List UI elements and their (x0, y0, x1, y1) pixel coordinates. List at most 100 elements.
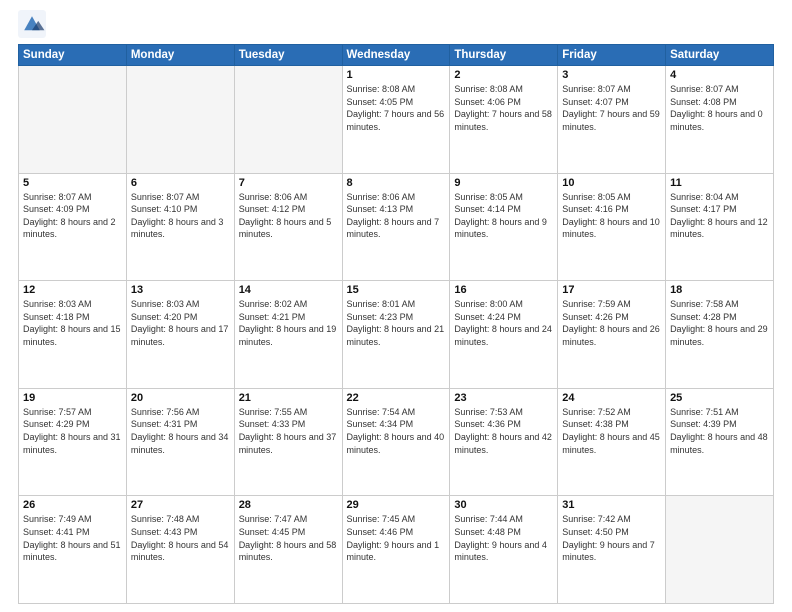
day-number: 21 (239, 392, 338, 404)
day-cell: 6Sunrise: 8:07 AMSunset: 4:10 PMDaylight… (126, 173, 234, 281)
day-number: 7 (239, 177, 338, 189)
weekday-friday: Friday (558, 45, 666, 66)
day-info: Sunrise: 8:07 AMSunset: 4:07 PMDaylight:… (562, 83, 661, 133)
day-info: Sunrise: 7:52 AMSunset: 4:38 PMDaylight:… (562, 406, 661, 456)
day-cell: 2 Sunrise: 8:08 AMSunset: 4:06 PMDaylight… (450, 66, 558, 174)
day-info: Sunrise: 8:02 AMSunset: 4:21 PMDaylight:… (239, 298, 338, 348)
day-info: Sunrise: 7:48 AMSunset: 4:43 PMDaylight:… (131, 513, 230, 563)
weekday-header-row: SundayMondayTuesdayWednesdayThursdayFrid… (19, 45, 774, 66)
day-number: 10 (562, 177, 661, 189)
day-info: Sunrise: 7:59 AMSunset: 4:26 PMDaylight:… (562, 298, 661, 348)
day-number: 2 (454, 69, 553, 81)
day-cell: 17 Sunrise: 7:59 AMSunset: 4:26 PMDayligh… (558, 281, 666, 389)
day-cell: 7 Sunrise: 8:06 AMSunset: 4:12 PMDaylight… (234, 173, 342, 281)
day-cell (234, 66, 342, 174)
day-number: 13 (131, 284, 230, 296)
weekday-saturday: Saturday (666, 45, 774, 66)
day-info: Sunrise: 8:07 AMSunset: 4:09 PMDaylight:… (23, 191, 122, 241)
day-cell: 28 Sunrise: 7:47 AMSunset: 4:45 PMDayligh… (234, 496, 342, 604)
day-cell: 26Sunrise: 7:49 AMSunset: 4:41 PMDayligh… (19, 496, 127, 604)
day-number: 22 (347, 392, 446, 404)
day-cell: 4 Sunrise: 8:07 AMSunset: 4:08 PMDaylight… (666, 66, 774, 174)
day-cell: 19 Sunrise: 7:57 AMSunset: 4:29 PMDayligh… (19, 388, 127, 496)
day-number: 16 (454, 284, 553, 296)
day-number: 9 (454, 177, 553, 189)
week-row-2: 12Sunrise: 8:03 AMSunset: 4:18 PMDayligh… (19, 281, 774, 389)
day-cell: 18 Sunrise: 7:58 AMSunset: 4:28 PMDayligh… (666, 281, 774, 389)
day-number: 27 (131, 499, 230, 511)
day-cell (666, 496, 774, 604)
day-cell: 24Sunrise: 7:52 AMSunset: 4:38 PMDayligh… (558, 388, 666, 496)
day-info: Sunrise: 7:49 AMSunset: 4:41 PMDaylight:… (23, 513, 122, 563)
day-number: 14 (239, 284, 338, 296)
day-info: Sunrise: 8:06 AMSunset: 4:12 PMDaylight:… (239, 191, 338, 241)
day-info: Sunrise: 8:03 AMSunset: 4:20 PMDaylight:… (131, 298, 230, 348)
logo-icon (18, 10, 46, 38)
day-cell: 5 Sunrise: 8:07 AMSunset: 4:09 PMDaylight… (19, 173, 127, 281)
logo (18, 10, 50, 38)
day-cell: 14 Sunrise: 8:02 AMSunset: 4:21 PMDayligh… (234, 281, 342, 389)
day-cell: 13 Sunrise: 8:03 AMSunset: 4:20 PMDayligh… (126, 281, 234, 389)
calendar-header: SundayMondayTuesdayWednesdayThursdayFrid… (19, 45, 774, 66)
header (18, 10, 774, 38)
week-row-0: 1Sunrise: 8:08 AMSunset: 4:05 PMDaylight… (19, 66, 774, 174)
day-number: 25 (670, 392, 769, 404)
week-row-4: 26Sunrise: 7:49 AMSunset: 4:41 PMDayligh… (19, 496, 774, 604)
day-number: 19 (23, 392, 122, 404)
day-number: 18 (670, 284, 769, 296)
day-info: Sunrise: 7:44 AMSunset: 4:48 PMDaylight:… (454, 513, 553, 563)
week-row-3: 19 Sunrise: 7:57 AMSunset: 4:29 PMDayligh… (19, 388, 774, 496)
day-cell: 3Sunrise: 8:07 AMSunset: 4:07 PMDaylight… (558, 66, 666, 174)
day-cell: 21 Sunrise: 7:55 AMSunset: 4:33 PMDayligh… (234, 388, 342, 496)
day-info: Sunrise: 7:55 AMSunset: 4:33 PMDaylight:… (239, 406, 338, 456)
day-number: 23 (454, 392, 553, 404)
day-cell: 9Sunrise: 8:05 AMSunset: 4:14 PMDaylight… (450, 173, 558, 281)
day-number: 20 (131, 392, 230, 404)
day-info: Sunrise: 8:06 AMSunset: 4:13 PMDaylight:… (347, 191, 446, 241)
day-cell: 12Sunrise: 8:03 AMSunset: 4:18 PMDayligh… (19, 281, 127, 389)
day-info: Sunrise: 8:03 AMSunset: 4:18 PMDaylight:… (23, 298, 122, 348)
week-row-1: 5 Sunrise: 8:07 AMSunset: 4:09 PMDaylight… (19, 173, 774, 281)
day-cell (19, 66, 127, 174)
day-info: Sunrise: 8:08 AMSunset: 4:05 PMDaylight:… (347, 83, 446, 133)
day-cell: 10 Sunrise: 8:05 AMSunset: 4:16 PMDayligh… (558, 173, 666, 281)
day-cell: 23 Sunrise: 7:53 AMSunset: 4:36 PMDayligh… (450, 388, 558, 496)
day-cell: 16Sunrise: 8:00 AMSunset: 4:24 PMDayligh… (450, 281, 558, 389)
day-info: Sunrise: 8:05 AMSunset: 4:16 PMDaylight:… (562, 191, 661, 241)
day-info: Sunrise: 7:58 AMSunset: 4:28 PMDaylight:… (670, 298, 769, 348)
day-info: Sunrise: 8:07 AMSunset: 4:10 PMDaylight:… (131, 191, 230, 241)
weekday-monday: Monday (126, 45, 234, 66)
day-info: Sunrise: 7:51 AMSunset: 4:39 PMDaylight:… (670, 406, 769, 456)
day-info: Sunrise: 7:56 AMSunset: 4:31 PMDaylight:… (131, 406, 230, 456)
day-info: Sunrise: 8:04 AMSunset: 4:17 PMDaylight:… (670, 191, 769, 241)
day-number: 28 (239, 499, 338, 511)
day-number: 4 (670, 69, 769, 81)
day-info: Sunrise: 7:45 AMSunset: 4:46 PMDaylight:… (347, 513, 446, 563)
day-cell: 20 Sunrise: 7:56 AMSunset: 4:31 PMDayligh… (126, 388, 234, 496)
day-cell: 31Sunrise: 7:42 AMSunset: 4:50 PMDayligh… (558, 496, 666, 604)
weekday-sunday: Sunday (19, 45, 127, 66)
day-number: 17 (562, 284, 661, 296)
day-number: 30 (454, 499, 553, 511)
day-number: 15 (347, 284, 446, 296)
day-cell: 8 Sunrise: 8:06 AMSunset: 4:13 PMDaylight… (342, 173, 450, 281)
day-cell: 1Sunrise: 8:08 AMSunset: 4:05 PMDaylight… (342, 66, 450, 174)
day-info: Sunrise: 7:47 AMSunset: 4:45 PMDaylight:… (239, 513, 338, 563)
day-number: 8 (347, 177, 446, 189)
day-info: Sunrise: 7:42 AMSunset: 4:50 PMDaylight:… (562, 513, 661, 563)
day-info: Sunrise: 8:01 AMSunset: 4:23 PMDaylight:… (347, 298, 446, 348)
day-cell (126, 66, 234, 174)
day-info: Sunrise: 7:57 AMSunset: 4:29 PMDaylight:… (23, 406, 122, 456)
day-info: Sunrise: 7:54 AMSunset: 4:34 PMDaylight:… (347, 406, 446, 456)
day-number: 5 (23, 177, 122, 189)
weekday-tuesday: Tuesday (234, 45, 342, 66)
day-cell: 27 Sunrise: 7:48 AMSunset: 4:43 PMDayligh… (126, 496, 234, 604)
day-cell: 29 Sunrise: 7:45 AMSunset: 4:46 PMDayligh… (342, 496, 450, 604)
day-number: 29 (347, 499, 446, 511)
page: SundayMondayTuesdayWednesdayThursdayFrid… (0, 0, 792, 612)
day-cell: 11Sunrise: 8:04 AMSunset: 4:17 PMDayligh… (666, 173, 774, 281)
day-info: Sunrise: 8:08 AMSunset: 4:06 PMDaylight:… (454, 83, 553, 133)
weekday-thursday: Thursday (450, 45, 558, 66)
day-info: Sunrise: 8:07 AMSunset: 4:08 PMDaylight:… (670, 83, 769, 133)
day-info: Sunrise: 7:53 AMSunset: 4:36 PMDaylight:… (454, 406, 553, 456)
